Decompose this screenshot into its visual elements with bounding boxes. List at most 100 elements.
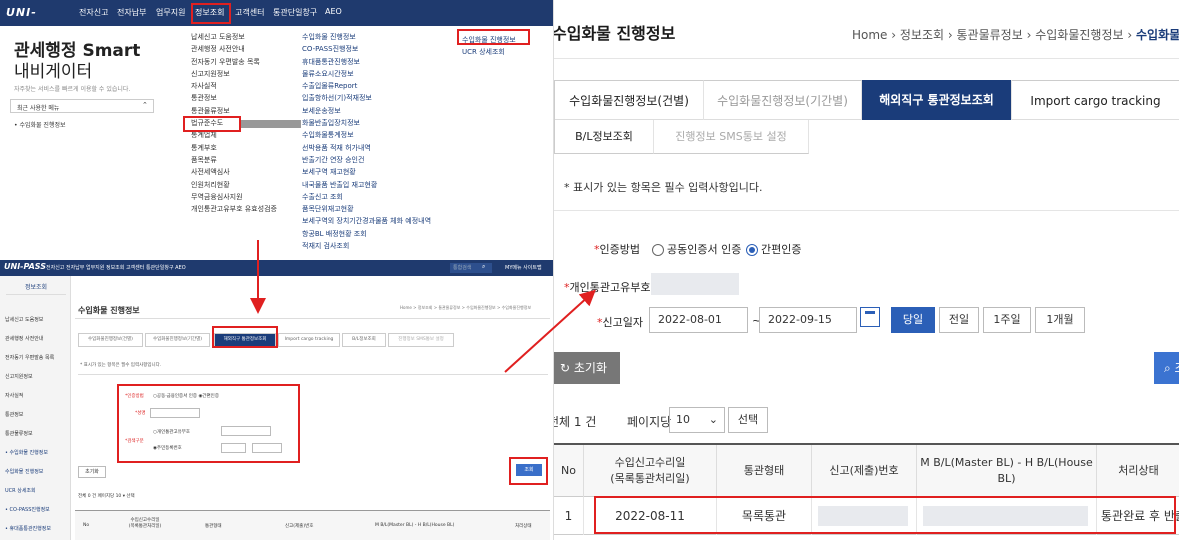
calendar-icon[interactable] (860, 307, 880, 327)
submenu-item[interactable]: 보세구역외 장치기간경과물품 체화 예정내역 (302, 215, 431, 227)
submenu-item[interactable]: 수입화물통계정보 (302, 129, 431, 141)
result-page-panel: 수입화물 진행정보 Home › 정보조회 › 통관물류정보 › 수입화물진행정… (553, 0, 1179, 540)
tab-sms[interactable]: 진행정보 SMS통보 설정 (654, 120, 809, 154)
sidebar-item[interactable]: 전자동기 우편발송 목록 (5, 354, 54, 361)
sidebar-item[interactable]: 신고지원정보 (5, 373, 33, 380)
menu-item[interactable]: 통관정보 (191, 92, 277, 104)
tab-sms[interactable]: 진행정보 SMS통보 설정 (388, 333, 454, 347)
reset-button[interactable]: ↻ 초기화 (554, 352, 620, 384)
search-icon[interactable]: ⌕ (482, 263, 485, 271)
th-type: 통관형태 (205, 524, 222, 529)
th-date: 수입신고수리일 (목록통관처리일) (584, 445, 717, 497)
submenu-item[interactable]: 반출기간 연장 승인건 (302, 154, 431, 166)
date-today-button[interactable]: 당일 (891, 307, 935, 333)
divider (78, 374, 548, 375)
sidebar-item[interactable]: • CO-PASS진행정보 (5, 506, 50, 513)
submenu-item[interactable]: CO-PASS진행정보 (302, 43, 431, 55)
submenu-item[interactable]: UCR 상세조회 (462, 46, 516, 58)
menu-item[interactable]: 무역금융심사지원 (191, 191, 277, 203)
nav-item[interactable]: 전자신고 (79, 7, 108, 18)
tab-import-single[interactable]: 수입화물진행정보(건별) (554, 80, 704, 120)
sidebar-item[interactable]: UCR 상세조회 (5, 487, 36, 494)
select-button[interactable]: 선택 (728, 407, 768, 433)
date-to-input[interactable]: 2022-09-15 (759, 307, 857, 333)
per-page-select[interactable]: 10 ⌄ (669, 407, 725, 433)
tab-cargo-tracking[interactable]: Import cargo tracking (278, 333, 340, 347)
auth-radio-cert[interactable]: 공동인증서 인증 (652, 241, 741, 257)
submenu-item[interactable]: 품목단위재고현황 (302, 203, 431, 215)
crumb-home[interactable]: Home (852, 28, 887, 42)
menu-item[interactable]: 전자동기 우편발송 목록 (191, 56, 277, 68)
tab-bl-info[interactable]: B/L정보조회 (554, 120, 654, 154)
th-no: No (554, 445, 584, 497)
tab-cargo-tracking[interactable]: Import cargo tracking (1012, 80, 1179, 120)
recent-menu-dropdown[interactable]: 최근 사용한 메뉴 (10, 99, 154, 113)
mini-menu[interactable]: 전자신고 전자납부 업무지원 정보조회 고객센터 통관단일창구 AEO (46, 264, 186, 271)
tab-import-period[interactable]: 수입화물진행정보(기간별) (145, 333, 210, 347)
auth-radio-simple[interactable]: 간편인증 (746, 241, 801, 257)
submenu-item[interactable]: 보세운송정보 (302, 105, 431, 117)
reset-button[interactable]: 초기화 (78, 466, 106, 478)
sidebar-item[interactable]: 자사실적 (5, 392, 23, 399)
nav-item[interactable]: AEO (325, 7, 342, 16)
recent-menu-item[interactable]: • 수입화물 진행정보 (14, 120, 66, 129)
submenu-item[interactable]: 화물반출입장치정보 (302, 117, 431, 129)
sidebar-item[interactable]: • 수입화물 진행정보 (5, 449, 48, 456)
navigator-subtitle: 자주찾는 서비스를 빠르게 이용할 수 있습니다. (14, 86, 131, 93)
submenu-item[interactable]: 수출입물류Report (302, 80, 431, 92)
sidebar-item[interactable]: 납세신고 도움정보 (5, 316, 43, 323)
query-label: 조회 (1175, 361, 1179, 375)
nav-item[interactable]: 전자납부 (117, 7, 146, 18)
submenu-item[interactable]: 입출항하선(기)적재정보 (302, 92, 431, 104)
submenu-item[interactable]: 선박용품 적재 허가내역 (302, 142, 431, 154)
search-input[interactable]: 통합검색 (450, 263, 492, 273)
submenu-item[interactable]: 내국물품 반출입 재고현황 (302, 179, 431, 191)
submenu-item[interactable]: 휴대품통관진행정보 (302, 56, 431, 68)
nav-item[interactable]: 통관단일창구 (273, 7, 317, 18)
required-note: * 표시가 있는 항목은 필수 입력사항입니다. (80, 363, 162, 368)
tab-import-period[interactable]: 수입화물진행정보(기간별) (704, 80, 862, 120)
query-button[interactable]: ⌕ 조회 (1154, 352, 1179, 384)
tab-overseas-direct[interactable]: 해외직구 통관정보조회 (862, 80, 1012, 120)
crumb-import[interactable]: 수입화물진행정보 (1035, 28, 1123, 42)
submenu-item[interactable]: 항공BL 배정현황 조회 (302, 228, 431, 240)
tab-import-single[interactable]: 수입화물진행정보(건별) (78, 333, 143, 347)
tab-bl-info[interactable]: B/L정보조회 (342, 333, 386, 347)
menu-item[interactable]: 품목분류 (191, 154, 277, 166)
submenu-item[interactable]: 물류소요시간정보 (302, 68, 431, 80)
menu-item[interactable]: 납세신고 도움정보 (191, 31, 277, 43)
cell-no: 1 (554, 497, 584, 535)
sidebar-item[interactable]: 수입화물 진행정보 (5, 468, 43, 475)
sidebar-item[interactable]: 관세행정 사전안내 (5, 335, 43, 342)
th-date: 수입신고수리일 (목록통관처리일) (128, 518, 162, 529)
my-menu-link[interactable]: MY메뉴 사이트맵 (505, 264, 542, 271)
pcc-input-masked[interactable] (651, 273, 739, 295)
sidebar-item[interactable]: • 휴대품통관진행정보 (5, 525, 51, 532)
highlight-box (457, 29, 530, 45)
nav-item[interactable]: 업무지원 (156, 7, 185, 18)
submenu-item[interactable]: 수입화물 진행정보 (302, 31, 431, 43)
menu-item[interactable]: 자사실적 (191, 80, 277, 92)
menu-item[interactable]: 관세행정 사전안내 (191, 43, 277, 55)
sidebar-item[interactable]: 통관물류정보 (5, 430, 33, 437)
date-week-button[interactable]: 1주일 (983, 307, 1031, 333)
nav-item[interactable]: 고객센터 (235, 7, 264, 18)
reset-label: 초기화 (573, 361, 607, 375)
submenu-item[interactable]: 보세구역 재고현황 (302, 166, 431, 178)
crumb-logistics[interactable]: 통관물류정보 (957, 28, 1023, 42)
submenu-item[interactable]: 적재지 검사조회 (302, 240, 431, 252)
submenu-item[interactable]: 수출신고 조회 (302, 191, 431, 203)
highlight-box (117, 384, 300, 463)
navigator-title-2: 내비게이터 (14, 62, 93, 82)
crumb-info[interactable]: 정보조회 (900, 28, 944, 42)
menu-item[interactable]: 개인통관고유부호 유효성검증 (191, 203, 277, 215)
date-from-input[interactable]: 2022-08-01 (649, 307, 748, 333)
sidebar-item[interactable]: 통관정보 (5, 411, 23, 418)
date-month-button[interactable]: 1개월 (1035, 307, 1085, 333)
menu-item[interactable]: 사전세액심사 (191, 166, 277, 178)
menu-item[interactable]: 통계부호 (191, 142, 277, 154)
required-note: * 표시가 있는 항목은 필수 입력사항입니다. (564, 181, 763, 194)
menu-item[interactable]: 인원처리현황 (191, 179, 277, 191)
date-yesterday-button[interactable]: 전일 (939, 307, 979, 333)
menu-item[interactable]: 신고지원정보 (191, 68, 277, 80)
